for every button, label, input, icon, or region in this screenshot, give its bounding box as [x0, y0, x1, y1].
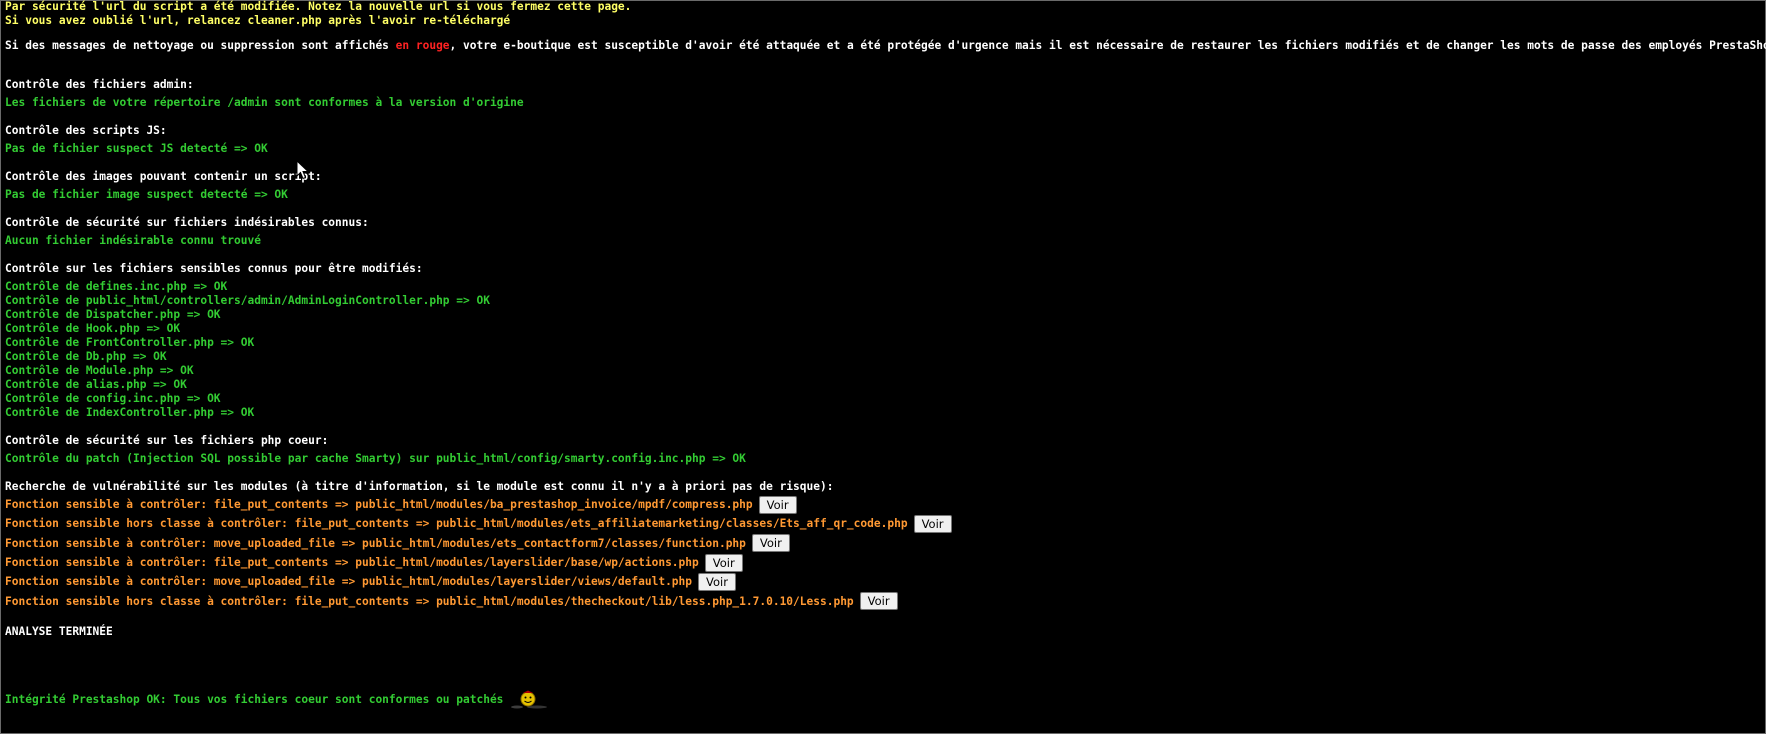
voir-button[interactable]: Voir	[913, 514, 952, 533]
voir-button[interactable]: Voir	[859, 592, 898, 611]
notice-line-1: Par sécurité l'url du script a été modif…	[5, 0, 632, 13]
list-item: Contrôle de IndexController.php => OK	[5, 406, 255, 419]
module-finding-text: Fonction sensible hors classe à contrôle…	[5, 594, 854, 608]
list-item: Contrôle de defines.inc.php => OK	[5, 280, 228, 293]
section-core-result: Contrôle du patch (Injection SQL possibl…	[5, 452, 746, 465]
list-item: Fonction sensible à contrôler: file_put_…	[5, 553, 1761, 572]
integrity-status: Intégrité Prestashop OK: Tous vos fichie…	[5, 690, 1761, 710]
list-item: Contrôle de Dispatcher.php => OK	[5, 308, 221, 321]
list-item: Contrôle de public_html/controllers/admi…	[5, 294, 490, 307]
voir-button[interactable]: Voir	[704, 553, 743, 572]
smiley-icon	[507, 690, 551, 710]
module-vulnerability-list: Fonction sensible à contrôler: file_put_…	[5, 495, 1761, 611]
list-item: Contrôle de FrontController.php => OK	[5, 336, 255, 349]
module-finding-text: Fonction sensible à contrôler: move_uplo…	[5, 536, 746, 550]
module-finding-text: Fonction sensible hors classe à contrôle…	[5, 517, 908, 531]
section-images-result: Pas de fichier image suspect detecté => …	[5, 188, 288, 201]
warning-text-after: , votre e-boutique est susceptible d'avo…	[449, 39, 1766, 52]
module-finding-text: Fonction sensible à contrôler: file_put_…	[5, 556, 699, 570]
list-item: Contrôle de Db.php => OK	[5, 350, 167, 363]
warning-text-before: Si des messages de nettoyage ou suppress…	[5, 39, 396, 52]
section-admin-title: Contrôle des fichiers admin:	[5, 78, 194, 91]
sensitive-files-list: Contrôle de defines.inc.php => OK Contrô…	[5, 280, 1761, 420]
list-item: Fonction sensible hors classe à contrôle…	[5, 514, 1761, 533]
warning-message: Si des messages de nettoyage ou suppress…	[5, 39, 1766, 53]
voir-button[interactable]: Voir	[758, 495, 797, 514]
list-item: Fonction sensible hors classe à contrôle…	[5, 591, 1761, 611]
list-item: Fonction sensible à contrôler: file_put_…	[5, 495, 1761, 514]
list-item: Contrôle de alias.php => OK	[5, 378, 187, 391]
analysis-done: ANALYSE TERMINÉE	[5, 624, 113, 638]
warning-text-red: en rouge	[395, 39, 450, 52]
integrity-text: Intégrité Prestashop OK: Tous vos fichie…	[5, 692, 504, 706]
list-item: Contrôle de Module.php => OK	[5, 364, 194, 377]
voir-button[interactable]: Voir	[751, 534, 790, 553]
section-images-title: Contrôle des images pouvant contenir un …	[5, 170, 322, 183]
notice-line-2: Si vous avez oublié l'url, relancez clea…	[5, 14, 511, 27]
section-core-title: Contrôle de sécurité sur les fichiers ph…	[5, 434, 329, 447]
section-admin-result: Les fichiers de votre répertoire /admin …	[5, 96, 524, 109]
list-item: Contrôle de Hook.php => OK	[5, 322, 181, 335]
list-item: Contrôle de config.inc.php => OK	[5, 392, 221, 405]
list-item: Fonction sensible à contrôler: move_uplo…	[5, 572, 1761, 591]
module-finding-text: Fonction sensible à contrôler: move_uplo…	[5, 575, 693, 589]
section-js-result: Pas de fichier suspect JS detecté => OK	[5, 142, 268, 155]
section-modules-title: Recherche de vulnérabilité sur les modul…	[5, 480, 834, 493]
section-unwanted-result: Aucun fichier indésirable connu trouvé	[5, 234, 261, 247]
voir-button[interactable]: Voir	[698, 572, 736, 591]
section-unwanted-title: Contrôle de sécurité sur fichiers indési…	[5, 216, 369, 229]
report-content: Par sécurité l'url du script a été modif…	[5, 0, 1766, 710]
list-item: Fonction sensible à contrôler: move_uplo…	[5, 534, 1761, 553]
section-sensitive-title: Contrôle sur les fichiers sensibles conn…	[5, 262, 423, 275]
mouse-pointer-icon	[296, 159, 310, 180]
module-finding-text: Fonction sensible à contrôler: file_put_…	[5, 498, 753, 512]
section-js-title: Contrôle des scripts JS:	[5, 124, 167, 137]
